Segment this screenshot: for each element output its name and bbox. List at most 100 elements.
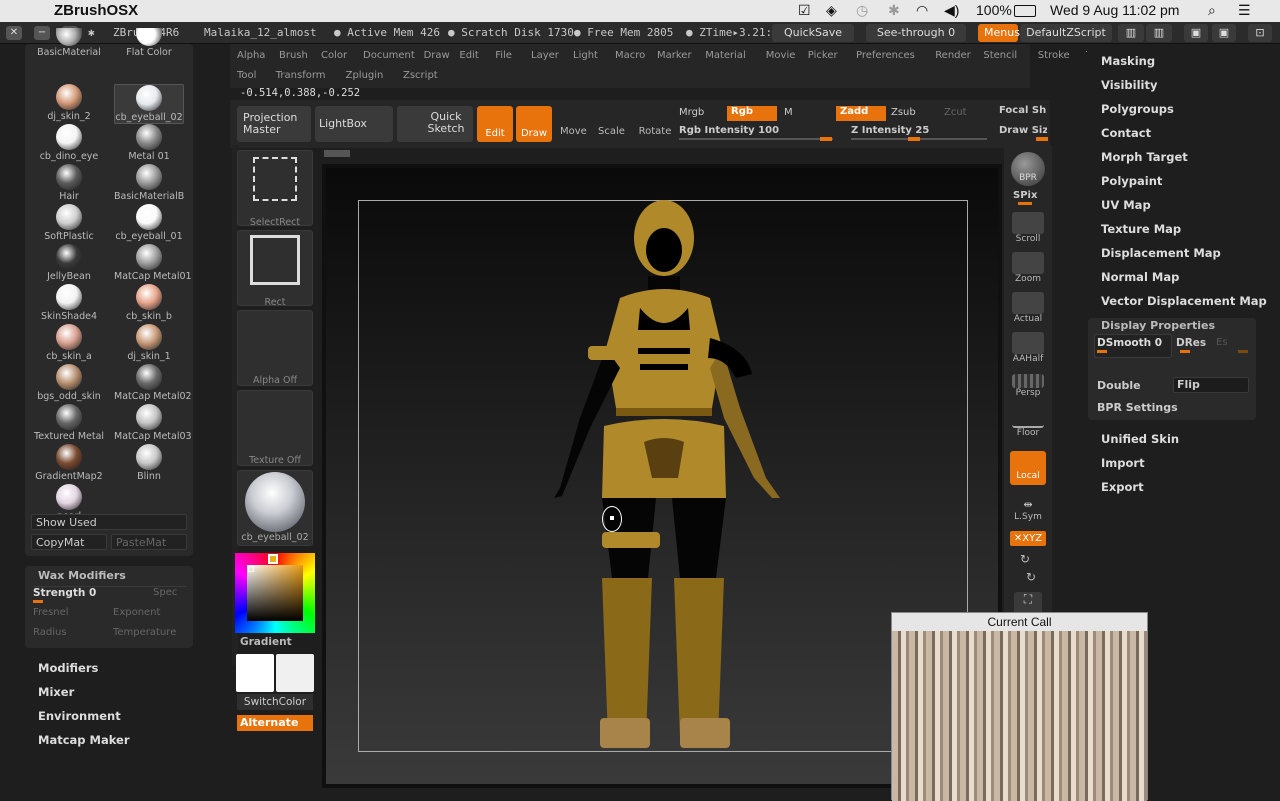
material-item[interactable]: cb_dino_eye xyxy=(34,124,104,164)
menu-render[interactable]: Render xyxy=(935,50,971,61)
material-item[interactable]: cb_eyeball_02 xyxy=(114,84,184,124)
rotate-button[interactable]: Rotate xyxy=(638,112,672,137)
zadd-toggle[interactable]: Zadd xyxy=(836,106,886,121)
material-item[interactable]: cb_eyeball_01 xyxy=(114,204,184,244)
bpr-settings-button[interactable]: BPR Settings xyxy=(1097,401,1178,414)
flip-button[interactable]: Flip xyxy=(1173,377,1249,393)
menu-tool[interactable]: Tool xyxy=(237,70,256,81)
double-button[interactable]: Double xyxy=(1097,379,1141,392)
material-item[interactable]: SkinShade4 xyxy=(34,284,104,324)
menu-movie[interactable]: Movie xyxy=(766,50,796,61)
projection-master-button[interactable]: Projection Master xyxy=(237,106,311,142)
hue-marker[interactable] xyxy=(268,554,278,564)
rgb-intensity-slider[interactable]: Rgb Intensity 100 xyxy=(679,125,779,136)
copymat-button[interactable]: CopyMat xyxy=(31,534,107,550)
menu-brush[interactable]: Brush xyxy=(279,50,308,61)
menu-material[interactable]: Material xyxy=(705,50,746,61)
color-picker-square[interactable] xyxy=(247,565,303,621)
close-window-icon[interactable]: ✕ xyxy=(6,26,22,40)
subpalette-displacement-map[interactable]: Displacement Map xyxy=(1101,246,1221,260)
modifiers-menu[interactable]: Modifiers xyxy=(38,661,98,675)
persp-button[interactable]: Persp xyxy=(1008,374,1048,410)
subpalette-contact[interactable]: Contact xyxy=(1101,126,1151,140)
menu-layer[interactable]: Layer xyxy=(531,50,559,61)
menu-file[interactable]: File xyxy=(495,50,512,61)
material-item[interactable]: cb_skin_b xyxy=(114,284,184,324)
local-button[interactable]: Local xyxy=(1010,451,1046,485)
zcut-toggle[interactable]: Zcut xyxy=(944,107,967,118)
rotate-y-icon[interactable]: ↻ xyxy=(1020,552,1030,566)
material-slot[interactable]: cb_eyeball_02 xyxy=(237,470,313,546)
clock[interactable]: Wed 9 Aug 11:02 pm xyxy=(1050,2,1179,18)
call-video-feed[interactable] xyxy=(892,631,1147,801)
notification-center-icon[interactable]: ☰ xyxy=(1238,2,1251,19)
menu-macro[interactable]: Macro xyxy=(615,50,645,61)
es-slider[interactable]: Es xyxy=(1216,337,1228,348)
texture-slot[interactable]: Texture Off xyxy=(237,390,313,466)
subpalette-normal-map[interactable]: Normal Map xyxy=(1101,270,1179,284)
environment-menu[interactable]: Environment xyxy=(38,709,121,723)
focal-shift-slider[interactable]: Focal Sh xyxy=(999,105,1047,116)
character-model[interactable] xyxy=(540,198,790,758)
canvas-tab-handle[interactable] xyxy=(324,150,350,157)
alternate-button[interactable]: Alternate xyxy=(237,715,313,731)
material-item[interactable]: MatCap Metal03 xyxy=(114,404,192,444)
battery-icon[interactable] xyxy=(1014,5,1036,17)
timemachine-icon[interactable]: ◷ xyxy=(856,2,868,19)
material-item[interactable]: dj_skin_1 xyxy=(114,324,184,364)
frame-icon[interactable]: ⛶ xyxy=(1014,592,1042,614)
subpalette-texture-map[interactable]: Texture Map xyxy=(1101,222,1181,236)
lsym-button[interactable]: ⇹ L.Sym xyxy=(1008,498,1048,534)
menu-zplugin[interactable]: Zplugin xyxy=(346,70,384,81)
quick-sketch-button[interactable]: Quick Sketch xyxy=(397,106,473,142)
material-item[interactable]: bgs_odd_skin xyxy=(34,364,104,404)
selectrect-slot[interactable]: SelectRect xyxy=(237,150,313,228)
subpalette-vector-displacement-map[interactable]: Vector Displacement Map xyxy=(1101,294,1267,308)
switchcolor-button[interactable]: SwitchColor xyxy=(237,694,313,710)
bpr-render-button[interactable]: BPR xyxy=(1011,152,1045,186)
material-item[interactable]: dj_skin_2 xyxy=(34,84,104,124)
current-call-window[interactable]: Current Call xyxy=(891,612,1148,801)
material-item[interactable]: GradientMap2 xyxy=(34,444,104,484)
menu-alpha[interactable]: Alpha xyxy=(237,50,265,61)
ui-layout2-icon[interactable]: ▣ xyxy=(1212,24,1236,42)
rect-stroke-slot[interactable]: Rect xyxy=(237,230,313,308)
menu-picker[interactable]: Picker xyxy=(808,50,838,61)
spix-slider[interactable]: SPix xyxy=(1013,190,1037,201)
color-marker[interactable] xyxy=(248,566,254,572)
lightbox-button[interactable]: LightBox xyxy=(315,106,393,142)
m-toggle[interactable]: M xyxy=(784,107,793,118)
draw-size-slider[interactable]: Draw Siz xyxy=(999,125,1047,136)
material-item[interactable]: MatCap Metal01 xyxy=(114,244,192,284)
exponent-slider[interactable]: Exponent xyxy=(113,607,160,618)
wifi-icon[interactable]: ◠ xyxy=(916,2,928,19)
subpalette-masking[interactable]: Masking xyxy=(1101,54,1155,68)
material-item[interactable]: BasicMaterial xyxy=(34,28,104,60)
material-item[interactable]: Metal 01 xyxy=(114,124,184,164)
menu-light[interactable]: Light xyxy=(573,50,598,61)
matcap-maker-menu[interactable]: Matcap Maker xyxy=(38,733,130,747)
xyz-symmetry-button[interactable]: ✕XYZ xyxy=(1010,531,1046,546)
material-item[interactable]: MatCap Metal02 xyxy=(114,364,192,404)
app-menu-name[interactable]: ZBrushOSX xyxy=(54,2,138,19)
zsub-toggle[interactable]: Zsub xyxy=(891,107,916,118)
material-item[interactable]: BasicMaterialB xyxy=(114,164,184,204)
strength-slider[interactable]: Strength 0 xyxy=(33,587,96,599)
zoom-button[interactable]: Zoom xyxy=(1008,252,1048,288)
dropbox-icon[interactable]: ◈ xyxy=(826,2,837,19)
quicksave-button[interactable]: QuickSave xyxy=(772,24,854,42)
volume-icon[interactable]: ◀) xyxy=(944,2,959,19)
scale-button[interactable]: Scale xyxy=(598,112,625,137)
menu-marker[interactable]: Marker xyxy=(657,50,692,61)
layout2-icon[interactable]: ▥ xyxy=(1146,24,1172,42)
color-picker[interactable] xyxy=(235,553,315,633)
subpalette-polypaint[interactable]: Polypaint xyxy=(1101,174,1162,188)
z-intensity-slider[interactable]: Z Intensity 25 xyxy=(851,125,929,136)
notification-check-icon[interactable]: ☑ xyxy=(798,2,811,19)
spotlight-search-icon[interactable]: ⌕ xyxy=(1208,2,1216,19)
material-item[interactable]: SoftPlastic xyxy=(34,204,104,244)
spec-slider[interactable]: Spec xyxy=(153,587,177,598)
scroll-button[interactable]: Scroll xyxy=(1008,212,1048,248)
seethrough-slider[interactable]: See-through 0 xyxy=(866,24,966,42)
menu-transform[interactable]: Transform xyxy=(276,70,326,81)
